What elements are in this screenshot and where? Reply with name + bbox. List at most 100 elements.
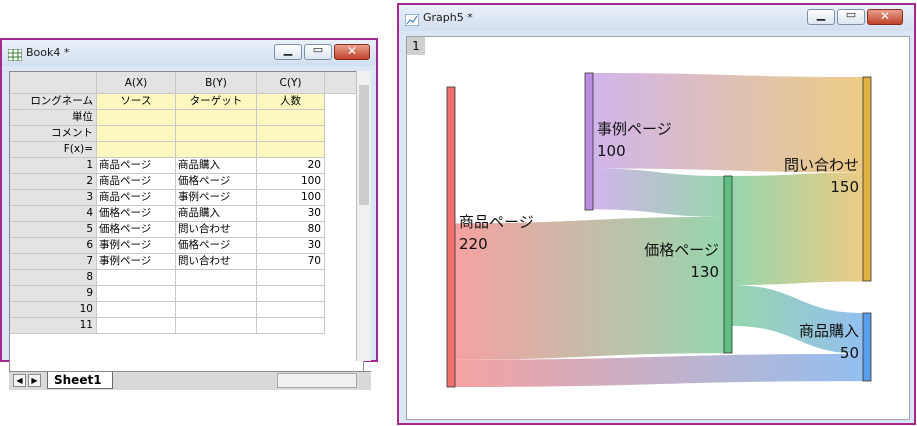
formula-cell[interactable] (257, 142, 325, 158)
workbook-title: Book4 * (26, 46, 70, 59)
count-cell[interactable] (257, 318, 325, 334)
column-header-b[interactable]: B(Y) (176, 72, 257, 94)
minimize-button[interactable]: ▁ (807, 8, 835, 25)
maximize-button[interactable]: ▭ (304, 43, 332, 60)
sankey-link-product-price[interactable] (455, 216, 724, 360)
source-cell[interactable] (97, 286, 176, 302)
sankey-node-price[interactable] (723, 175, 733, 354)
graph-titlebar[interactable]: Graph5 * ▁ ▭ ✕ (399, 5, 914, 31)
row-header[interactable]: 4 (10, 206, 97, 222)
meta-row-label[interactable]: コメント (10, 126, 97, 142)
count-cell[interactable]: 30 (257, 238, 325, 254)
scroll-thumb[interactable] (359, 85, 369, 205)
sankey-node-inquiry[interactable] (862, 76, 872, 282)
sheet-tab-bar: ◀ ▶ Sheet1 (9, 371, 371, 390)
sankey-node-product[interactable] (446, 86, 456, 388)
source-cell[interactable]: 事例ページ (97, 238, 176, 254)
source-cell[interactable] (97, 270, 176, 286)
source-cell[interactable]: 事例ページ (97, 254, 176, 270)
graph-title: Graph5 * (423, 11, 473, 24)
row-header[interactable]: 11 (10, 318, 97, 334)
maximize-button[interactable]: ▭ (837, 8, 865, 25)
long-name-cell[interactable]: 人数 (257, 94, 325, 110)
close-button[interactable]: ✕ (334, 44, 370, 60)
target-cell[interactable]: 価格ページ (176, 174, 257, 190)
formula-cell[interactable] (97, 142, 176, 158)
workbook-window[interactable]: Book4 * ▁ ▭ ✕ A(X) B(Y) C(Y) ロングネーム ソース … (0, 38, 378, 390)
source-cell[interactable]: 価格ページ (97, 222, 176, 238)
minimize-button[interactable]: ▁ (274, 43, 302, 60)
tab-prev-button[interactable]: ◀ (13, 374, 26, 387)
minimize-icon: ▁ (283, 43, 293, 56)
count-cell[interactable]: 30 (257, 206, 325, 222)
sankey-diagram[interactable]: 商品ページ 220 事例ページ 100 価格ページ 130 問い合わせ 150 商品購入 50 (407, 37, 909, 419)
count-cell[interactable] (257, 270, 325, 286)
sankey-node-value: 50 (840, 344, 859, 362)
units-cell[interactable] (176, 110, 257, 126)
long-name-cell[interactable]: ソース (97, 94, 176, 110)
row-header[interactable]: 2 (10, 174, 97, 190)
target-cell[interactable]: 商品購入 (176, 158, 257, 174)
graph-window[interactable]: Graph5 * ▁ ▭ ✕ 1 商品ページ 220 事例ページ 100 価格ページ 13… (397, 3, 916, 425)
comment-cell[interactable] (176, 126, 257, 142)
vertical-scrollbar[interactable] (356, 71, 371, 361)
tab-next-button[interactable]: ▶ (28, 374, 41, 387)
row-header[interactable]: 7 (10, 254, 97, 270)
column-header-a[interactable]: A(X) (97, 72, 176, 94)
count-cell[interactable] (257, 286, 325, 302)
maximize-icon: ▭ (845, 8, 857, 21)
meta-row-label[interactable]: 単位 (10, 110, 97, 126)
count-cell[interactable]: 100 (257, 174, 325, 190)
count-cell[interactable]: 80 (257, 222, 325, 238)
corner-cell[interactable] (10, 72, 97, 94)
target-cell[interactable] (176, 302, 257, 318)
source-cell[interactable] (97, 302, 176, 318)
units-cell[interactable] (257, 110, 325, 126)
row-header[interactable]: 8 (10, 270, 97, 286)
row-header[interactable]: 5 (10, 222, 97, 238)
source-cell[interactable]: 商品ページ (97, 174, 176, 190)
maximize-icon: ▭ (312, 43, 324, 56)
count-cell[interactable]: 100 (257, 190, 325, 206)
long-name-cell[interactable]: ターゲット (176, 94, 257, 110)
target-cell[interactable]: 問い合わせ (176, 222, 257, 238)
target-cell[interactable] (176, 286, 257, 302)
worksheet-grid[interactable]: A(X) B(Y) C(Y) ロングネーム ソース ターゲット 人数 単位 コメ… (9, 71, 364, 373)
count-cell[interactable]: 70 (257, 254, 325, 270)
comment-cell[interactable] (257, 126, 325, 142)
sheet-tab[interactable]: Sheet1 (47, 372, 113, 389)
meta-row-label[interactable]: ロングネーム (10, 94, 97, 110)
formula-cell[interactable] (176, 142, 257, 158)
target-cell[interactable]: 事例ページ (176, 190, 257, 206)
source-cell[interactable]: 価格ページ (97, 206, 176, 222)
target-cell[interactable]: 問い合わせ (176, 254, 257, 270)
row-header[interactable]: 1 (10, 158, 97, 174)
row-header[interactable]: 6 (10, 238, 97, 254)
sankey-node-value: 150 (830, 178, 859, 196)
column-header-c[interactable]: C(Y) (257, 72, 325, 94)
source-cell[interactable] (97, 318, 176, 334)
target-cell[interactable] (176, 318, 257, 334)
target-cell[interactable]: 商品購入 (176, 206, 257, 222)
horizontal-scrollbar[interactable] (277, 373, 357, 388)
source-cell[interactable]: 商品ページ (97, 158, 176, 174)
meta-row-label[interactable]: F(x)= (10, 142, 97, 158)
sankey-node-case[interactable] (584, 72, 594, 211)
source-cell[interactable]: 商品ページ (97, 190, 176, 206)
sankey-node-label: 事例ページ (597, 120, 672, 138)
sankey-link-case-price[interactable] (593, 168, 724, 217)
count-cell[interactable] (257, 302, 325, 318)
close-button[interactable]: ✕ (867, 9, 903, 25)
row-header[interactable]: 3 (10, 190, 97, 206)
target-cell[interactable]: 価格ページ (176, 238, 257, 254)
graph-page[interactable]: 1 商品ページ 220 事例ページ 100 価格ページ 130 問い合わせ 150 商品購入 50 (406, 36, 910, 420)
sankey-node-purchase[interactable] (862, 312, 872, 382)
sankey-node-value: 130 (690, 263, 719, 281)
target-cell[interactable] (176, 270, 257, 286)
count-cell[interactable]: 20 (257, 158, 325, 174)
row-header[interactable]: 9 (10, 286, 97, 302)
comment-cell[interactable] (97, 126, 176, 142)
workbook-titlebar[interactable]: Book4 * ▁ ▭ ✕ (2, 40, 376, 66)
units-cell[interactable] (97, 110, 176, 126)
row-header[interactable]: 10 (10, 302, 97, 318)
